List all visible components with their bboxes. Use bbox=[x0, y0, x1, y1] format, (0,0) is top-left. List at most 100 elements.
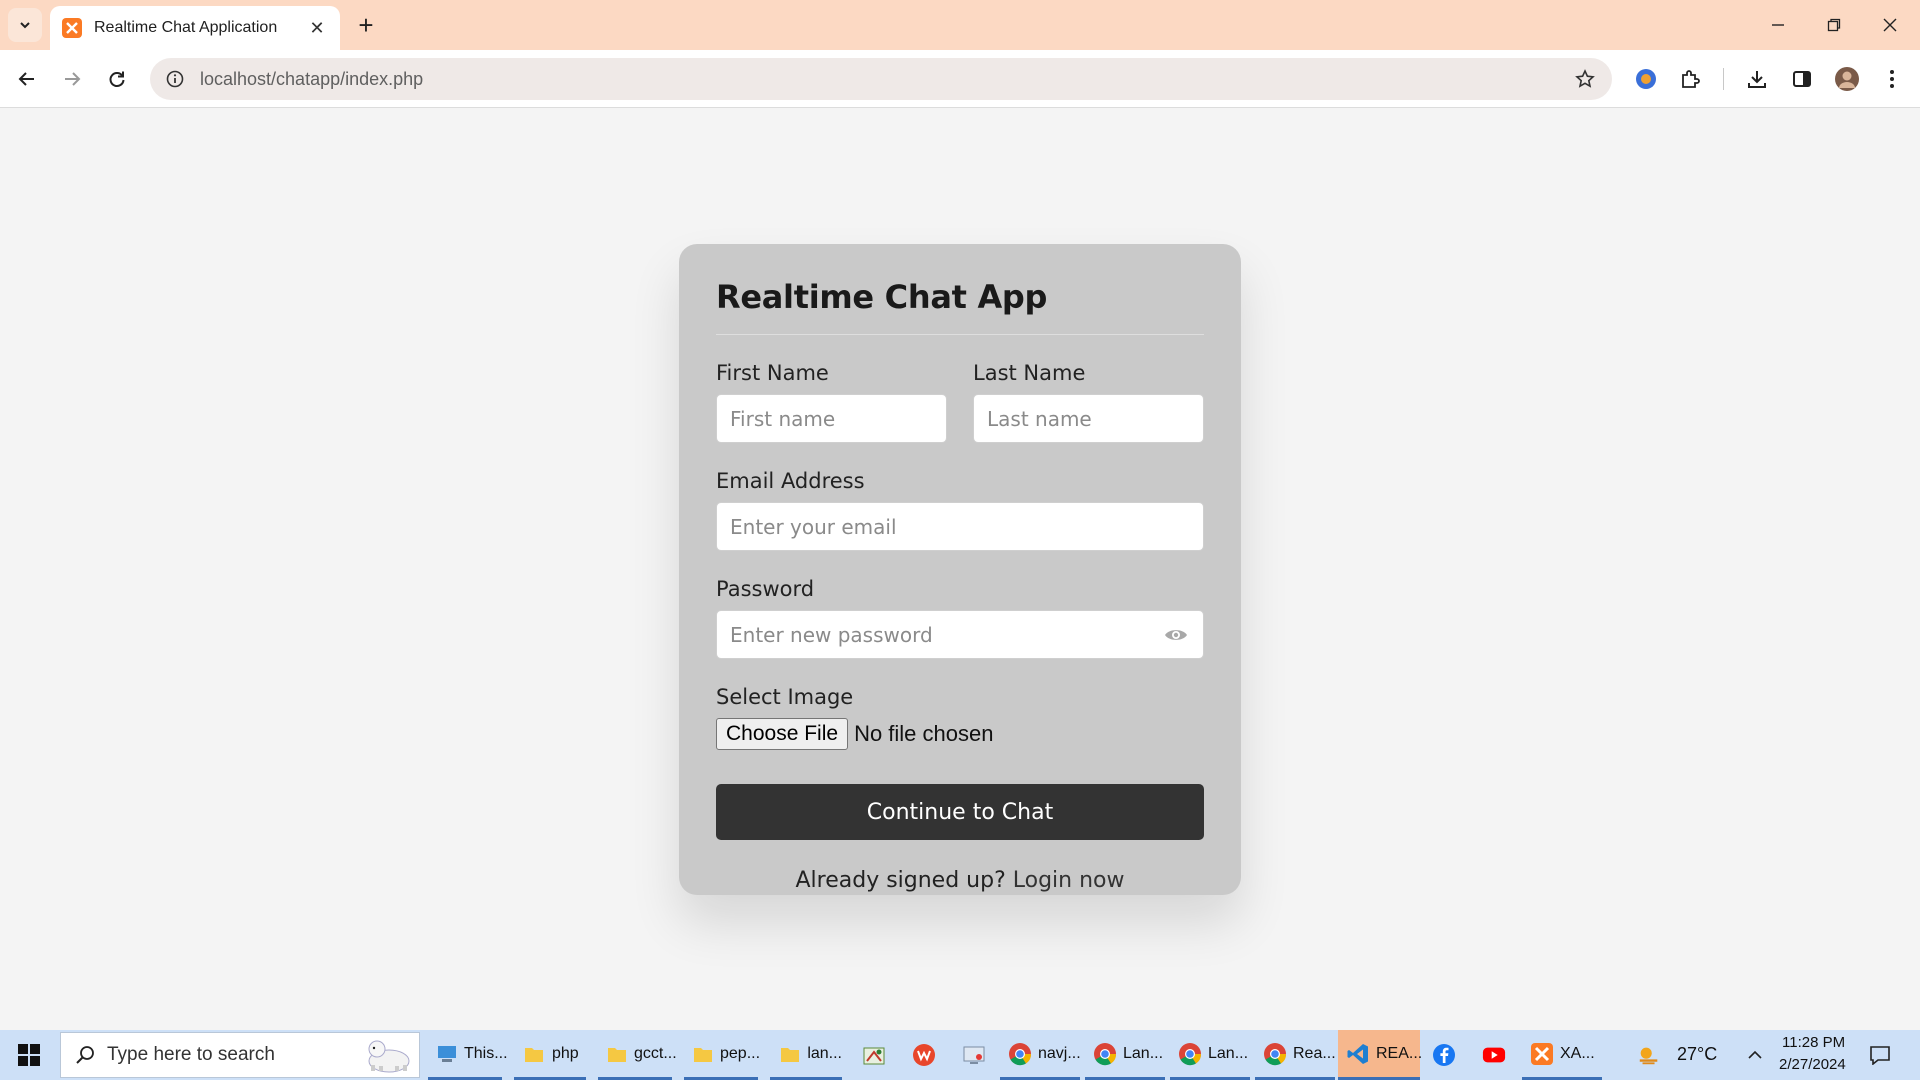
eye-icon[interactable] bbox=[1164, 624, 1188, 646]
arrow-left-icon bbox=[18, 72, 34, 86]
email-input[interactable] bbox=[716, 502, 1204, 551]
last-name-input[interactable] bbox=[973, 394, 1204, 443]
taskbar-item[interactable]: REA... bbox=[1338, 1030, 1422, 1080]
folder-icon bbox=[692, 1042, 714, 1066]
extension-profile-icon[interactable] bbox=[1630, 63, 1662, 95]
forward-button[interactable] bbox=[55, 62, 89, 96]
facebook-icon bbox=[1432, 1043, 1456, 1067]
close-icon bbox=[1883, 18, 1897, 32]
toolbar-separator bbox=[1723, 68, 1724, 90]
taskbar-item[interactable]: This... bbox=[428, 1030, 508, 1080]
chrome-icon bbox=[1093, 1042, 1117, 1066]
vscode-icon bbox=[1346, 1042, 1370, 1066]
folder-icon bbox=[606, 1042, 628, 1066]
taskbar-item[interactable]: pep... bbox=[684, 1030, 761, 1080]
continue-to-chat-button[interactable]: Continue to Chat bbox=[716, 784, 1204, 840]
tab-title: Realtime Chat Application bbox=[94, 19, 278, 36]
login-prompt: Already signed up? Login now bbox=[716, 868, 1204, 893]
taskbar-search-box[interactable]: Type here to search bbox=[60, 1032, 420, 1078]
extensions-puzzle-icon[interactable] bbox=[1675, 63, 1707, 95]
paint-icon bbox=[862, 1043, 886, 1067]
taskbar-item[interactable]: Rea... bbox=[1255, 1030, 1336, 1080]
password-field: Password bbox=[716, 577, 1204, 659]
password-wrapper bbox=[716, 610, 1204, 659]
kebab-menu-icon[interactable] bbox=[1876, 63, 1908, 95]
reload-icon bbox=[109, 71, 125, 87]
start-button[interactable] bbox=[0, 1030, 58, 1080]
taskbar-item[interactable] bbox=[1474, 1030, 1518, 1080]
site-info-icon[interactable] bbox=[164, 68, 186, 90]
password-label: Password bbox=[716, 577, 815, 601]
xampp-icon bbox=[1530, 1042, 1554, 1066]
taskbar-item-label: php bbox=[552, 1044, 579, 1062]
close-window-button[interactable] bbox=[1862, 0, 1918, 50]
browser-toolbar: localhost/chatapp/index.php bbox=[0, 50, 1920, 108]
clock-time[interactable]: 11:28 PM bbox=[1782, 1034, 1845, 1051]
taskbar-item[interactable] bbox=[854, 1030, 896, 1080]
avatar[interactable] bbox=[1831, 63, 1863, 95]
tab-search-button[interactable] bbox=[8, 8, 42, 42]
chevron-down-icon bbox=[20, 22, 30, 29]
taskbar-item[interactable]: lan... bbox=[770, 1030, 842, 1080]
restore-button[interactable] bbox=[1806, 0, 1862, 50]
taskbar-item-label: Lan... bbox=[1123, 1044, 1164, 1062]
url-text[interactable]: localhost/chatapp/index.php bbox=[200, 69, 1572, 90]
chrome-icon bbox=[1008, 1042, 1032, 1066]
taskbar-item[interactable]: navj... bbox=[1000, 1030, 1081, 1080]
taskbar-item-label: gcct... bbox=[634, 1044, 677, 1062]
login-prompt-text: Already signed up? bbox=[795, 868, 1006, 893]
bookmark-star-icon[interactable] bbox=[1572, 66, 1598, 92]
taskbar-item-label: Rea... bbox=[1293, 1044, 1336, 1062]
arrow-right-icon bbox=[65, 72, 81, 86]
chrome-icon bbox=[1263, 1042, 1287, 1066]
back-button[interactable] bbox=[10, 62, 44, 96]
new-tab-button[interactable]: + bbox=[352, 10, 380, 40]
minimize-button[interactable] bbox=[1750, 0, 1806, 50]
tab-close-icon[interactable]: ✕ bbox=[306, 17, 328, 39]
file-picker: Choose File No file chosen bbox=[716, 718, 1204, 750]
last-name-field: Last Name bbox=[973, 361, 1204, 443]
downloads-icon[interactable] bbox=[1741, 63, 1773, 95]
name-row: First Name Last Name bbox=[716, 361, 1204, 443]
first-name-label: First Name bbox=[716, 361, 829, 385]
weather-temperature: 27°C bbox=[1677, 1044, 1718, 1064]
first-name-field: First Name bbox=[716, 361, 947, 443]
email-field: Email Address bbox=[716, 469, 1204, 551]
reload-button[interactable] bbox=[100, 62, 134, 96]
taskbar-item-label: Lan... bbox=[1208, 1044, 1249, 1062]
password-input[interactable] bbox=[716, 610, 1204, 659]
side-panel-icon[interactable] bbox=[1786, 63, 1818, 95]
weather-icon[interactable] bbox=[1637, 1043, 1661, 1067]
minimize-icon bbox=[1772, 24, 1784, 26]
taskbar-item[interactable] bbox=[904, 1030, 946, 1080]
taskbar-search-placeholder: Type here to search bbox=[107, 1044, 275, 1065]
chevron-up-icon[interactable] bbox=[1743, 1043, 1767, 1067]
clock-date[interactable]: 2/27/2024 bbox=[1779, 1056, 1846, 1073]
address-bar[interactable]: localhost/chatapp/index.php bbox=[150, 58, 1612, 100]
first-name-input[interactable] bbox=[716, 394, 947, 443]
taskbar-item[interactable]: Lan... bbox=[1085, 1030, 1165, 1080]
file-status-text: No file chosen bbox=[854, 721, 994, 746]
active-tab[interactable]: Realtime Chat Application ✕ bbox=[50, 6, 340, 50]
xampp-favicon-icon bbox=[62, 18, 82, 38]
youtube-icon bbox=[1482, 1043, 1506, 1067]
taskbar-item[interactable]: gcct... bbox=[598, 1030, 677, 1080]
choose-file-button[interactable]: Choose File bbox=[716, 718, 849, 750]
screen-icon bbox=[962, 1043, 986, 1067]
windows-taskbar: Type here to search This... php gcct... pep… bbox=[0, 1030, 1920, 1080]
taskbar-item[interactable]: php bbox=[514, 1030, 586, 1080]
login-now-link[interactable]: Login now bbox=[1013, 868, 1125, 893]
taskbar-item[interactable] bbox=[954, 1030, 996, 1080]
signup-card: Realtime Chat App First Name Last Name E… bbox=[679, 244, 1241, 895]
taskbar-item[interactable]: Lan... bbox=[1170, 1030, 1250, 1080]
notification-center-icon[interactable] bbox=[1868, 1043, 1892, 1067]
polar-bear-search-art-icon bbox=[359, 1033, 419, 1077]
taskbar-item-label: navj... bbox=[1038, 1044, 1081, 1062]
taskbar-item[interactable] bbox=[1424, 1030, 1468, 1080]
taskbar-item[interactable]: XA... bbox=[1522, 1030, 1602, 1080]
image-label: Select Image bbox=[716, 685, 854, 709]
title-divider bbox=[716, 334, 1204, 335]
taskbar-item-label: pep... bbox=[720, 1044, 761, 1062]
last-name-label: Last Name bbox=[973, 361, 1086, 385]
taskbar-item-label: XA... bbox=[1560, 1044, 1595, 1062]
